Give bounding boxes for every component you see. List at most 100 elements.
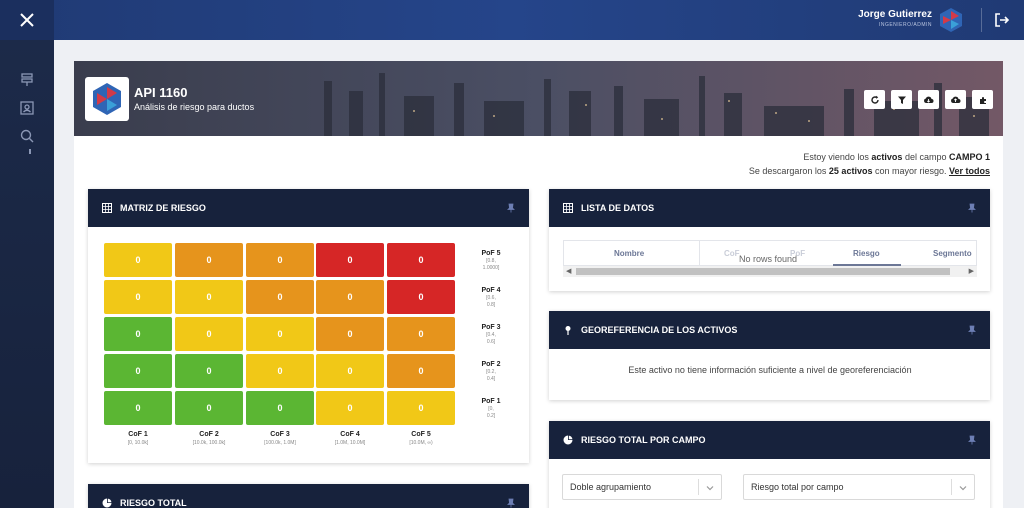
divider [981, 8, 982, 32]
cof-label: CoF 1 [0, 10.0k] [104, 431, 172, 446]
matrix-cell[interactable]: 0 [246, 354, 314, 388]
matrix-cell[interactable]: 0 [316, 354, 384, 388]
grouping-select[interactable]: Doble agrupamiento [562, 474, 722, 500]
matrix-cell[interactable]: 0 [175, 391, 243, 425]
matrix-cell[interactable]: 0 [246, 391, 314, 425]
matrix-cell[interactable]: 0 [387, 391, 455, 425]
matrix-cell[interactable]: 0 [246, 280, 314, 314]
logout-icon[interactable] [994, 12, 1010, 28]
header-actions [864, 90, 993, 109]
matrix-card: MATRIZ DE RIESGO 00000000000000000000000… [88, 189, 529, 463]
geo-header: GEOREFERENCIA DE LOS ACTIVOS [549, 311, 990, 349]
grouping-select-value: Doble agrupamiento [570, 482, 652, 492]
column-segmento[interactable]: Segmento [933, 241, 972, 266]
pof-range-start: [0.6, [486, 295, 496, 301]
cof-title: CoF 2 [199, 431, 219, 438]
cof-range: [0, 10.0k] [127, 440, 149, 446]
top-bar: Jorge Gutierrez INGENIERO/ADMIN [0, 0, 1024, 40]
pof-range-start: [0.2, [486, 369, 496, 375]
download-button[interactable] [918, 90, 939, 109]
matrix-cell[interactable]: 0 [104, 317, 172, 351]
close-icon [20, 13, 34, 27]
riesgo-total-card: RIESGO TOTAL [88, 484, 529, 508]
pipeline-icon[interactable] [19, 72, 35, 88]
contacts-icon[interactable] [19, 100, 35, 116]
pof-range-start: [0, [488, 406, 494, 412]
table-icon [102, 203, 112, 213]
app-logo [85, 77, 129, 121]
matrix-cell[interactable]: 0 [104, 243, 172, 277]
matrix-cell[interactable]: 0 [387, 243, 455, 277]
matrix-cell[interactable]: 0 [316, 243, 384, 277]
campo-title: RIESGO TOTAL POR CAMPO [581, 435, 706, 445]
column-riesgo[interactable]: Riesgo [853, 241, 880, 266]
matrix-cell[interactable]: 0 [246, 317, 314, 351]
column-cof[interactable]: CoF [724, 241, 740, 266]
divider [698, 479, 699, 495]
divider [951, 479, 952, 495]
cof-label: CoF 3 [100.0k, 1.0M] [246, 431, 314, 446]
page-header: API 1160 Análisis de riesgo para ductos [74, 61, 1003, 136]
pof-title: PoF 3 [481, 324, 501, 331]
cof-title: CoF 3 [270, 431, 290, 438]
map-pin-icon [565, 326, 571, 335]
pie-chart-icon [102, 498, 112, 508]
matrix-cell[interactable]: 0 [175, 280, 243, 314]
close-menu-button[interactable] [0, 0, 54, 40]
matrix-cell[interactable]: 0 [104, 354, 172, 388]
divider [699, 241, 700, 266]
user-name: Jorge Gutierrez [858, 9, 932, 20]
pof-range-end: 1.0000] [482, 265, 500, 271]
matrix-cell[interactable]: 0 [387, 354, 455, 388]
scroll-left-icon[interactable]: ◀ [566, 267, 571, 275]
cof-label: CoF 2 [10.0k, 100.0k] [175, 431, 243, 446]
info-line-field: Estoy viendo los activos del campo CAMPO… [803, 152, 990, 162]
matrix-cell[interactable]: 0 [316, 317, 384, 351]
matrix-cell[interactable]: 0 [104, 280, 172, 314]
pof-range-start: [0.4, [486, 332, 496, 338]
matrix-cell[interactable]: 0 [104, 391, 172, 425]
matrix-cell[interactable]: 0 [246, 243, 314, 277]
plugin-button[interactable] [972, 90, 993, 109]
matrix-cell[interactable]: 0 [175, 317, 243, 351]
pof-label: PoF 5 [0.8, 1.0000] [473, 250, 509, 272]
cof-range: [100.0k, 1.0M] [264, 440, 296, 446]
pin-icon[interactable] [968, 435, 976, 445]
pie-chart-icon [563, 435, 573, 445]
scroll-thumb-right[interactable] [814, 268, 950, 275]
horizontal-scrollbar[interactable]: ◀ ▶ [563, 266, 977, 277]
cof-title: CoF 1 [128, 431, 148, 438]
matrix-cell[interactable]: 0 [316, 280, 384, 314]
matrix-cell[interactable]: 0 [175, 243, 243, 277]
ver-todos-link[interactable]: Ver todos [949, 166, 990, 176]
scroll-thumb[interactable] [576, 268, 816, 275]
cof-range: [10.0k, 100.0k] [192, 440, 226, 446]
user-role: INGENIERO/ADMIN [878, 22, 932, 28]
scroll-right-icon[interactable]: ▶ [969, 267, 974, 275]
search-icon[interactable] [19, 128, 35, 144]
pin-icon[interactable] [507, 498, 515, 508]
column-nombre[interactable]: Nombre [614, 241, 644, 266]
matrix-cell[interactable]: 0 [387, 317, 455, 351]
hexagon-logo-icon [93, 83, 121, 115]
chart-type-select[interactable]: Riesgo total por campo [743, 474, 975, 500]
georeferencia-card: GEOREFERENCIA DE LOS ACTIVOS Este activo… [549, 311, 990, 400]
matrix-cell[interactable]: 0 [387, 280, 455, 314]
cof-title: CoF 5 [411, 431, 431, 438]
pin-icon[interactable] [968, 325, 976, 335]
geo-title: GEOREFERENCIA DE LOS ACTIVOS [581, 325, 738, 335]
riesgo-campo-card: RIESGO TOTAL POR CAMPO Doble agrupamient… [549, 421, 990, 508]
matrix-cell[interactable]: 0 [316, 391, 384, 425]
user-info[interactable]: Jorge Gutierrez INGENIERO/ADMIN [858, 9, 932, 28]
scroll-marker [29, 149, 31, 154]
filter-button[interactable] [891, 90, 912, 109]
avatar[interactable] [938, 7, 964, 33]
refresh-button[interactable] [864, 90, 885, 109]
pin-icon[interactable] [507, 203, 515, 213]
puzzle-icon [979, 96, 986, 104]
pin-icon[interactable] [968, 203, 976, 213]
cof-label: CoF 5 [10.0M, ∞) [387, 431, 455, 446]
upload-button[interactable] [945, 90, 966, 109]
pof-range-end: 0.4] [486, 376, 496, 382]
matrix-cell[interactable]: 0 [175, 354, 243, 388]
